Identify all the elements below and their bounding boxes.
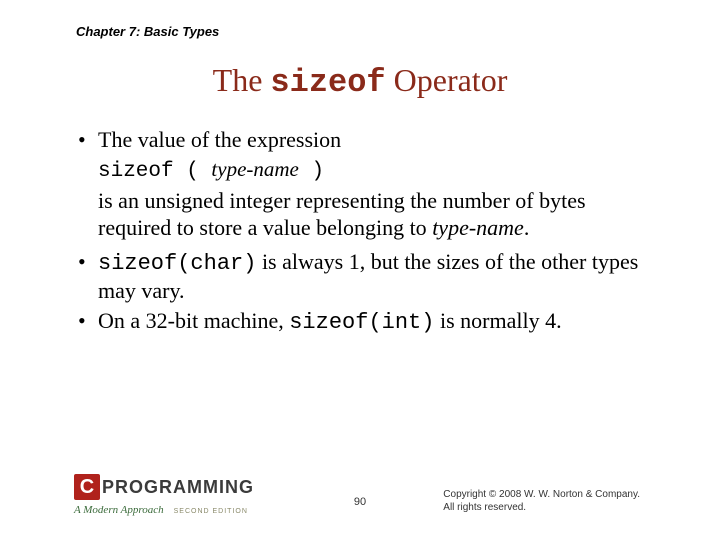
content-area: The value of the expression sizeof ( typ… — [76, 126, 660, 338]
code-a: sizeof ( — [98, 160, 211, 183]
copyright-line-1: Copyright © 2008 W. W. Norton & Company. — [443, 488, 640, 501]
follow-1b: type-name — [432, 215, 524, 240]
copyright: Copyright © 2008 W. W. Norton & Company.… — [443, 488, 640, 514]
bullet-3-post: is normally 4. — [434, 308, 561, 333]
title-pre: The — [213, 62, 271, 98]
code-c: ) — [299, 160, 324, 183]
follow-1: is an unsigned integer representing the … — [76, 187, 660, 242]
slide: Chapter 7: Basic Types The sizeof Operat… — [0, 0, 720, 540]
chapter-label: Chapter 7: Basic Types — [76, 24, 219, 39]
slide-title: The sizeof Operator — [0, 62, 720, 101]
bullet-3: On a 32-bit machine, sizeof(int) is norm… — [76, 307, 660, 337]
bullet-3-pre: On a 32-bit machine, — [98, 308, 289, 333]
logo-edition: SECOND EDITION — [174, 508, 248, 515]
logo-word: PROGRAMMING — [102, 477, 254, 498]
footer: C PROGRAMMING A Modern Approach SECOND E… — [0, 464, 720, 522]
title-post: Operator — [386, 62, 508, 98]
copyright-line-2: All rights reserved. — [443, 501, 640, 514]
code-line: sizeof ( type-name ) — [76, 156, 660, 185]
code-b: type-name — [211, 157, 298, 181]
title-code: sizeof — [270, 64, 385, 101]
bullet-1-text: The value of the expression — [98, 127, 341, 152]
follow-1c: . — [524, 215, 530, 240]
bullet-2: sizeof(char) is always 1, but the sizes … — [76, 248, 660, 305]
bullet-2-code: sizeof(char) — [98, 251, 256, 276]
bullet-3-code: sizeof(int) — [289, 310, 434, 335]
bullet-1: The value of the expression — [76, 126, 660, 154]
